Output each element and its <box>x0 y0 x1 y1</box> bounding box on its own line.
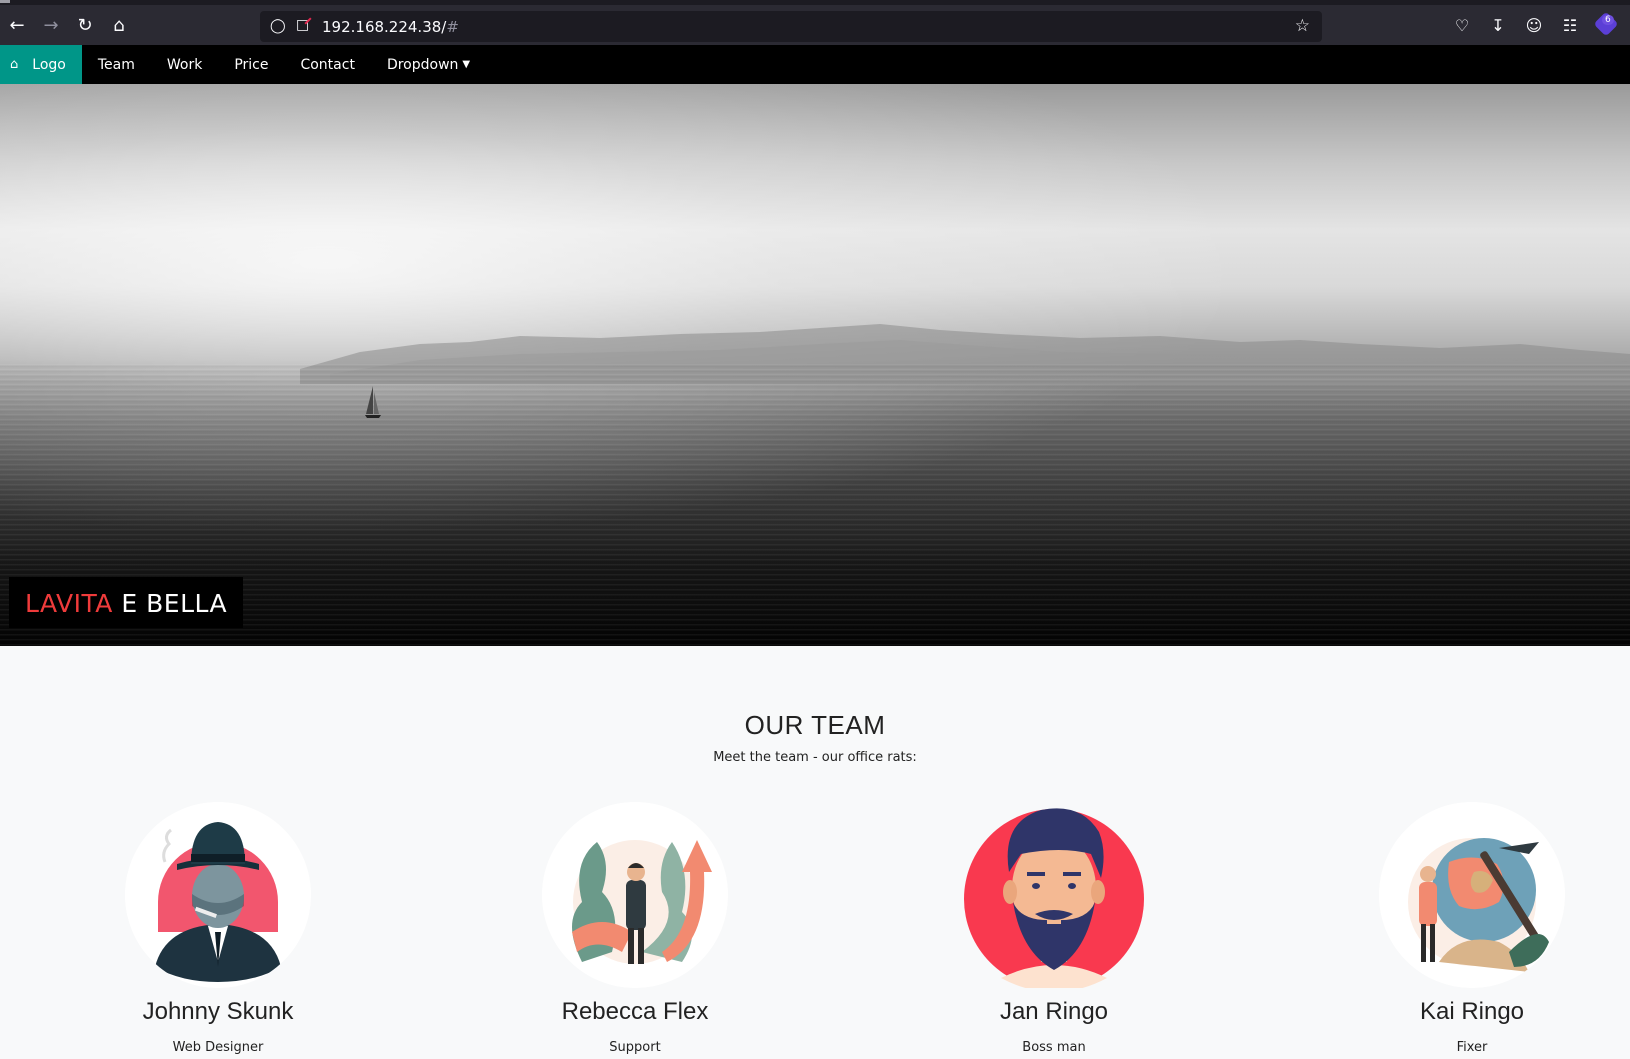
team-subtitle: Meet the team - our office rats: <box>713 750 917 765</box>
url-host: 192.168.224.38/ <box>322 18 447 36</box>
sailboat-icon <box>365 386 381 418</box>
pocket-icon[interactable]: ♡ <box>1449 13 1475 39</box>
logo-label: Logo <box>32 56 66 73</box>
gangster-avatar <box>125 802 311 988</box>
member-role: Web Designer <box>172 1040 264 1055</box>
hero-image: LAVITA E BELLA <box>0 84 1630 646</box>
browser-toolbar: ← → ↻ ⌂ ◯ □ 192.168.224.38/# ☆ ♡ ↧ ☺ ☷ 6 <box>0 0 1630 45</box>
water-ripples <box>0 364 1630 646</box>
team-member-card: Rebecca Flex Support <box>505 802 765 1055</box>
site-navbar: ⌂ Logo Team Work Price Contact Dropdown … <box>0 45 1630 84</box>
nav-item-team[interactable]: Team <box>82 45 151 84</box>
member-role: Fixer <box>1456 1040 1488 1055</box>
puzzle-icon[interactable]: ☷ <box>1557 13 1583 39</box>
member-name: Kai Ringo <box>1419 998 1525 1025</box>
businessman-growth-avatar <box>542 802 728 988</box>
home-icon[interactable]: ⌂ <box>106 13 132 39</box>
bearded-man-avatar <box>961 802 1147 992</box>
caret-down-icon: ▼ <box>462 59 471 70</box>
caption-red-word: LAVITA <box>25 589 113 618</box>
member-role: Boss man <box>1022 1040 1086 1055</box>
insecure-lock-icon[interactable]: □ <box>296 17 309 33</box>
star-icon[interactable]: ☆ <box>1295 16 1310 36</box>
team-member-card: Johnny Skunk Web Designer <box>88 802 348 1055</box>
dropdown-label: Dropdown <box>386 56 459 73</box>
reload-icon[interactable]: ↻ <box>72 13 98 39</box>
extension-count: 6 <box>1602 15 1614 25</box>
member-name: Jan Ringo <box>999 998 1109 1025</box>
nav-item-price[interactable]: Price <box>218 45 284 84</box>
home-icon: ⌂ <box>10 57 19 72</box>
hero-caption: LAVITA E BELLA <box>9 577 244 628</box>
member-role: Support <box>609 1040 661 1055</box>
nav-item-contact[interactable]: Contact <box>284 45 370 84</box>
caption-white-words: E BELLA <box>121 589 228 618</box>
team-member-card: Jan Ringo Boss man <box>924 802 1184 1055</box>
arrow-left-icon[interactable]: ← <box>4 13 30 39</box>
download-icon[interactable]: ↧ <box>1485 13 1511 39</box>
url-text[interactable]: 192.168.224.38/# <box>322 18 459 36</box>
team-member-card: Kai Ringo Fixer <box>1342 802 1602 1055</box>
nav-item-dropdown[interactable]: Dropdown ▼ <box>371 45 486 84</box>
team-title: OUR TEAM <box>744 710 886 740</box>
member-name: Rebecca Flex <box>561 998 709 1025</box>
shield-icon[interactable]: ◯ <box>270 18 286 34</box>
url-bar[interactable]: ◯ □ 192.168.224.38/# ☆ <box>260 11 1322 42</box>
tab-indicator <box>0 0 10 3</box>
account-icon[interactable]: ☺ <box>1521 13 1547 39</box>
arrow-right-icon[interactable]: → <box>38 13 64 39</box>
url-hash: # <box>446 18 459 36</box>
miner-globe-avatar <box>1379 802 1565 988</box>
nav-logo[interactable]: ⌂ Logo <box>0 45 82 84</box>
member-name: Johnny Skunk <box>142 998 294 1025</box>
nav-item-work[interactable]: Work <box>151 45 218 84</box>
team-section: OUR TEAM Meet the team - our office rats… <box>0 646 1630 1059</box>
